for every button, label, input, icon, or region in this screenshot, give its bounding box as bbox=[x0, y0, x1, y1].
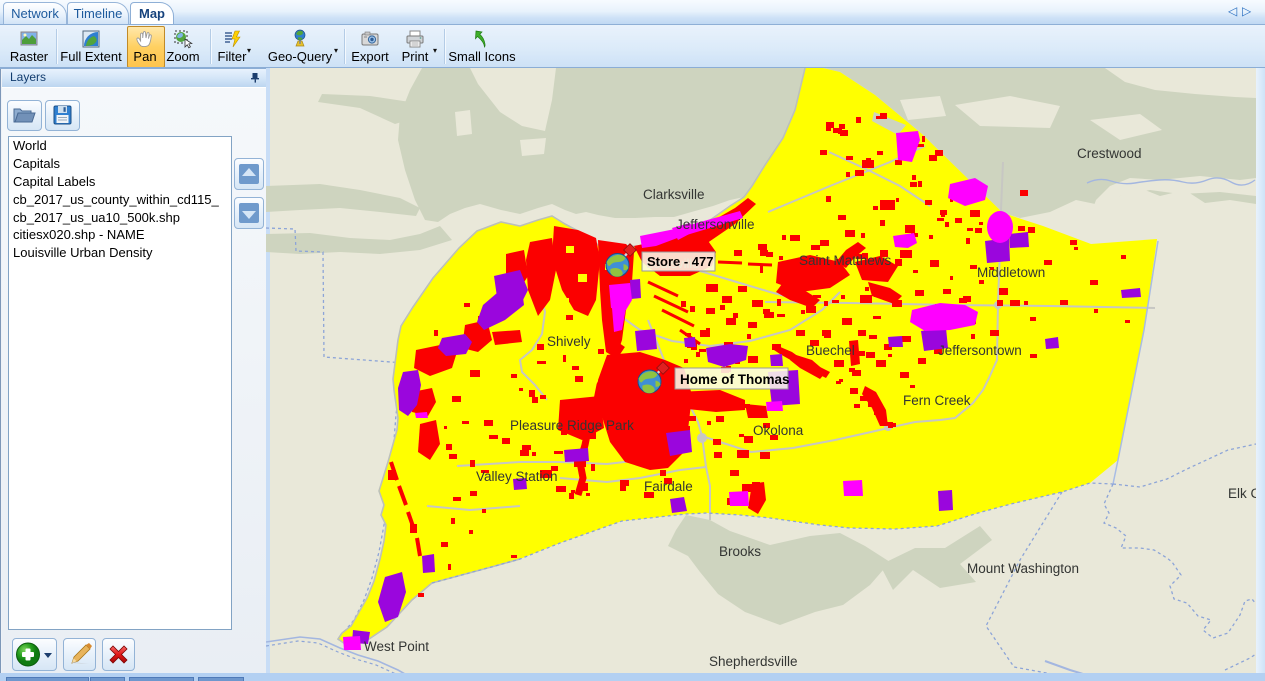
svg-text:Clarksville: Clarksville bbox=[643, 187, 705, 202]
svg-text:Crestwood: Crestwood bbox=[1077, 146, 1142, 161]
svg-text:Shively: Shively bbox=[547, 334, 591, 349]
svg-text:Fern Creek: Fern Creek bbox=[903, 393, 971, 408]
svg-text:Brooks: Brooks bbox=[719, 544, 761, 559]
svg-text:Shepherdsville: Shepherdsville bbox=[709, 654, 798, 669]
svg-text:Home of Thomas: Home of Thomas bbox=[680, 372, 790, 387]
svg-text:Pleasure Ridge Park: Pleasure Ridge Park bbox=[510, 418, 634, 433]
svg-text:Okolona: Okolona bbox=[753, 423, 804, 438]
svg-text:Middletown: Middletown bbox=[977, 265, 1045, 280]
svg-text:Mount Washington: Mount Washington bbox=[967, 561, 1079, 576]
svg-text:Store - 477: Store - 477 bbox=[647, 254, 713, 269]
svg-text:Buechel: Buechel bbox=[806, 343, 855, 358]
svg-text:Jeffersontown: Jeffersontown bbox=[938, 343, 1022, 358]
svg-text:Jeffersonville: Jeffersonville bbox=[676, 217, 755, 232]
svg-text:West Point: West Point bbox=[364, 639, 429, 654]
svg-text:Fairdale: Fairdale bbox=[644, 479, 693, 494]
svg-text:Saint Matthews: Saint Matthews bbox=[799, 253, 892, 268]
svg-text:Valley Station: Valley Station bbox=[476, 469, 558, 484]
svg-text:Elk C: Elk C bbox=[1228, 486, 1256, 501]
